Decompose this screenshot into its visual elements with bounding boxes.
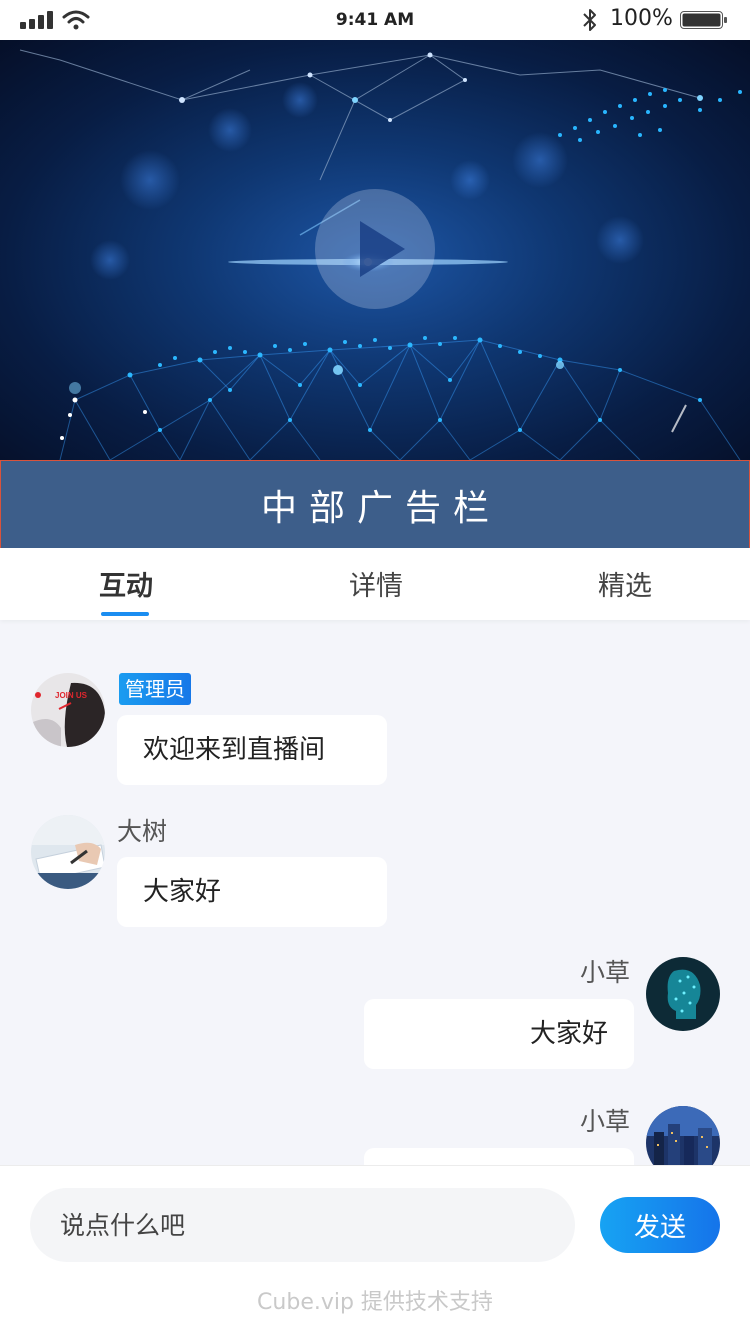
- avatar[interactable]: [646, 957, 720, 1031]
- avatar[interactable]: [31, 815, 105, 889]
- input-bar: 发送 Cube.vip 提供技术支持: [0, 1165, 750, 1335]
- video-player[interactable]: [0, 40, 750, 460]
- sender-name: 大树: [117, 817, 168, 846]
- sender-name: 小草: [580, 958, 631, 987]
- tab-details[interactable]: 详情: [296, 564, 456, 603]
- play-button[interactable]: [315, 189, 435, 309]
- status-bar: 9:41 AM 100%: [0, 0, 750, 40]
- ad-banner-label: 中部广告栏: [260, 487, 501, 529]
- tab-bar: 互动 详情 精选: [0, 548, 750, 620]
- message-input[interactable]: [30, 1188, 575, 1262]
- message-bubble: 欢迎来到直播间: [117, 715, 387, 785]
- play-icon: [360, 221, 405, 277]
- sender-name: 小草: [580, 1107, 631, 1136]
- bluetooth-icon: [583, 9, 596, 31]
- tab-featured[interactable]: 精选: [545, 564, 705, 603]
- send-button[interactable]: 发送: [600, 1197, 720, 1253]
- ad-banner[interactable]: 中部广告栏: [0, 460, 750, 549]
- battery-icon: [680, 11, 727, 29]
- message-bubble: 大家好: [117, 857, 387, 927]
- admin-badge: 管理员: [119, 673, 191, 705]
- powered-by-text: Cube.vip 提供技术支持: [257, 1290, 493, 1315]
- message-bubble: 大家好: [364, 999, 634, 1069]
- battery-percent: 100%: [610, 6, 673, 31]
- active-tab-indicator: [101, 612, 149, 616]
- avatar[interactable]: JOIN US: [31, 673, 105, 747]
- avatar-text: JOIN US: [55, 691, 88, 700]
- tab-interaction[interactable]: 互动: [46, 564, 206, 603]
